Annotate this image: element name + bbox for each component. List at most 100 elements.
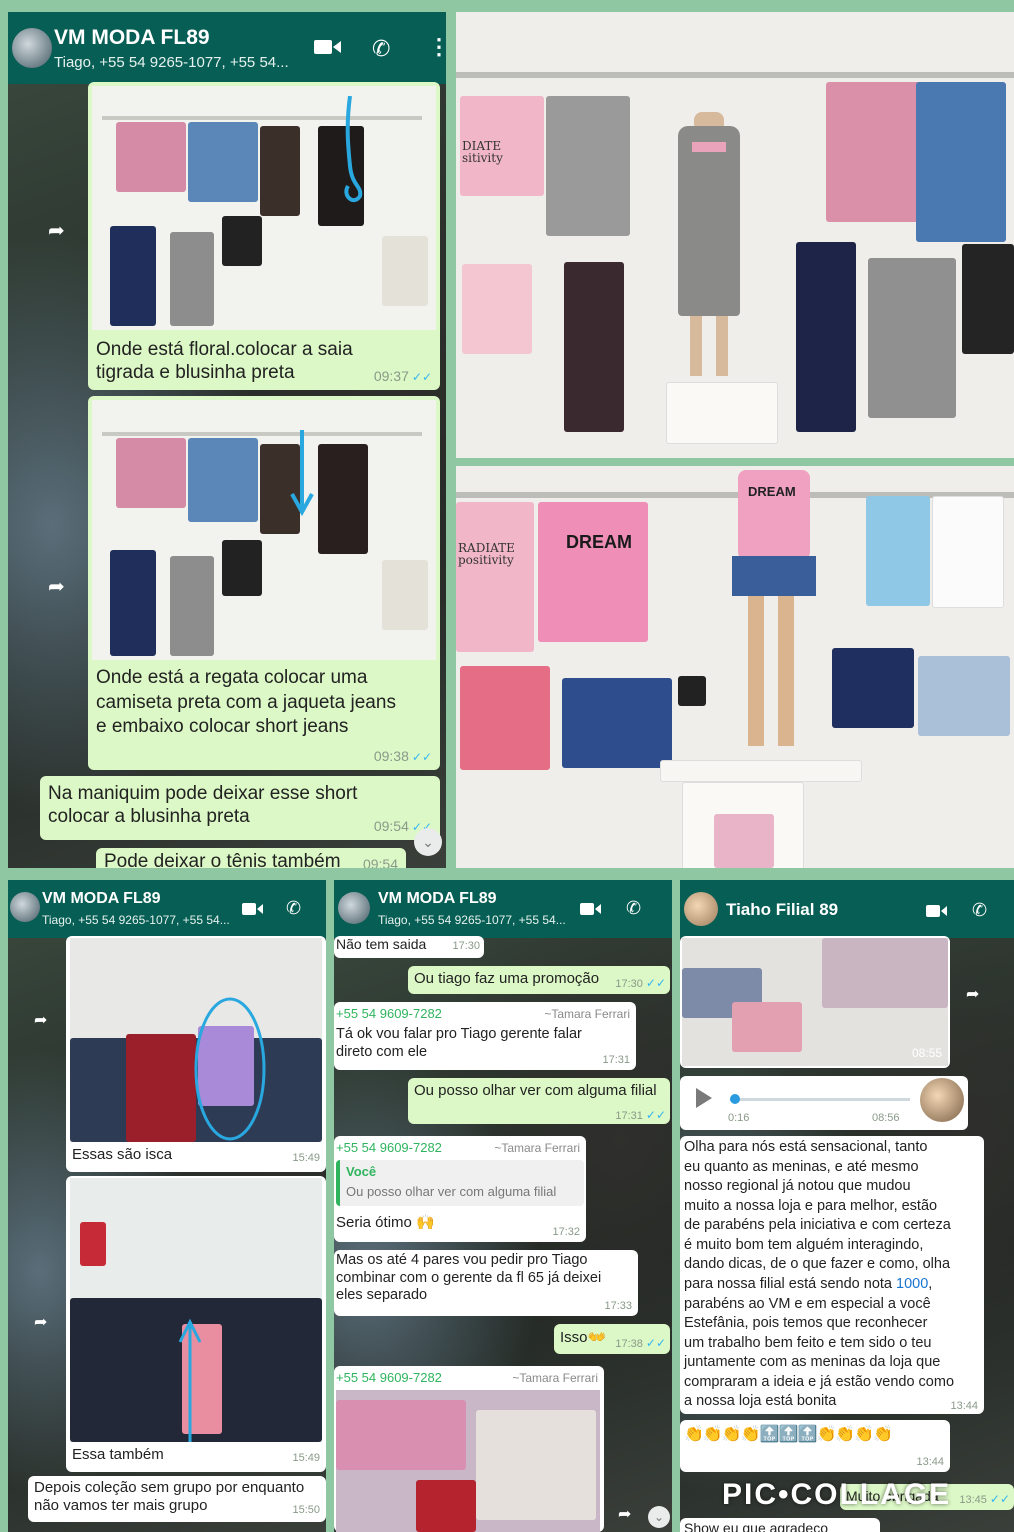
tie-dye-tshirt: DIATE sitivity [460, 96, 544, 196]
navy-pants [796, 242, 856, 432]
video-call-icon[interactable] [580, 902, 602, 921]
store-rack-photo[interactable] [92, 400, 436, 660]
message-bubble[interactable]: 👏👏👏👏🔝🔝🔝👏👏👏👏 13:44 [680, 1420, 950, 1472]
chat-header: Tiaho Filial 89 ✆ [680, 880, 1014, 938]
quoted-message[interactable]: Você Ou posso olhar ver com alguma filia… [336, 1160, 584, 1206]
play-icon[interactable] [696, 1088, 712, 1108]
sender-name: ~Tamara Ferrari [544, 1007, 630, 1021]
chat-title[interactable]: VM MODA FL89 [42, 890, 161, 908]
message-bubble-image[interactable]: Onde está a regata colocar uma camiseta … [88, 396, 440, 770]
group-avatar[interactable] [12, 28, 52, 68]
forward-icon[interactable]: ➦ [618, 1504, 631, 1524]
store-interior-video[interactable]: 08:55 [682, 938, 948, 1066]
forward-icon[interactable]: ➦ [48, 574, 65, 599]
shirt-print-text: DIATE sitivity [462, 139, 503, 165]
more-options-icon[interactable]: ⋮ [428, 34, 446, 60]
message-text: Onde está a regata colocar uma camiseta … [96, 667, 396, 738]
chat-subtitle[interactable]: Tiago, +55 54 9265-1077, +55 54... [378, 913, 568, 927]
video-call-icon[interactable] [314, 38, 342, 56]
chat-title[interactable]: VM MODA FL89 [378, 890, 497, 908]
light-denim-shorts [918, 656, 1010, 736]
sender-phone[interactable]: +55 54 9609-7282 [336, 1140, 442, 1155]
printed-shorts [462, 264, 532, 354]
annotation-arrow-icon [290, 430, 314, 517]
message-bubble[interactable]: Isso👐 17:38 ✓✓ [554, 1324, 670, 1354]
voice-call-icon[interactable]: ✆ [626, 898, 641, 919]
display-shelf [476, 1410, 596, 1520]
voice-call-icon[interactable]: ✆ [972, 900, 987, 921]
striped-culottes [564, 262, 624, 432]
mannequin [674, 82, 744, 382]
message-time: 15:50 [292, 1504, 320, 1516]
store-rack-photo[interactable] [70, 938, 322, 1142]
chat-subtitle[interactable]: Tiago, +55 54 9265-1077, +55 54... [42, 913, 232, 927]
message-bubble[interactable]: Show eu que agradeço [680, 1518, 880, 1532]
store-shelves [822, 938, 948, 1008]
message-bubble[interactable]: Ou posso olhar ver com alguma filial 17:… [408, 1078, 670, 1124]
store-rack-photo[interactable] [92, 86, 436, 330]
message-bubble-image[interactable]: Onde está floral.colocar a saia tigrada … [88, 82, 440, 390]
message-bubble-video[interactable]: 08:55 [680, 936, 950, 1068]
video-call-icon[interactable] [242, 902, 264, 921]
denim-shorts [562, 678, 672, 768]
audio-progress-bar[interactable] [730, 1094, 910, 1104]
message-bubble[interactable]: Pode deixar o tênis também 09:54 [96, 848, 406, 868]
message-bubble[interactable]: Mas os até 4 pares vou pedir pro Tiago c… [334, 1250, 638, 1316]
sender-phone[interactable]: +55 54 9609-7282 [336, 1370, 442, 1385]
message-bubble[interactable]: Não tem saida 17:30 [334, 936, 484, 958]
scroll-down-button[interactable]: ⌄ [648, 1506, 670, 1528]
message-text: Essa também [72, 1446, 164, 1463]
voice-message[interactable]: 0:16 08:56 [680, 1076, 968, 1130]
emoji-text: 👏👏👏👏🔝🔝🔝👏👏👏👏 [684, 1426, 893, 1443]
chat-subtitle[interactable]: Tiago, +55 54 9265-1077, +55 54... [54, 54, 304, 71]
store-rack-photo[interactable] [70, 1178, 322, 1442]
chat-title[interactable]: Tiaho Filial 89 [726, 900, 838, 920]
video-duration: 08:55 [911, 1046, 942, 1060]
shoe-shelf [382, 236, 428, 306]
message-bubble[interactable]: Depois coleção sem grupo por enquanto nã… [28, 1476, 326, 1522]
denim-shorts [832, 648, 914, 728]
chat-panel-bottom-middle: VM MODA FL89 Tiago, +55 54 9265-1077, +5… [334, 880, 672, 1532]
sender-phone[interactable]: +55 54 9609-7282 [336, 1006, 442, 1021]
contact-avatar[interactable] [684, 892, 718, 926]
clothing-table [732, 1002, 802, 1052]
message-bubble[interactable]: +55 54 9609-7282 ~Tamara Ferrari Você Ou… [334, 1136, 586, 1242]
group-avatar[interactable] [338, 892, 370, 924]
pink-backpack [714, 814, 774, 868]
audio-progress-handle[interactable] [730, 1094, 740, 1104]
message-time: 09:38 ✓✓ [373, 748, 432, 764]
voice-call-icon[interactable]: ✆ [286, 898, 301, 919]
message-bubble[interactable]: +55 54 9609-7282 ~Tamara Ferrari Tá ok v… [334, 1002, 636, 1070]
display-table [660, 760, 862, 782]
scroll-down-button[interactable]: ⌄ [414, 828, 442, 856]
forward-icon[interactable]: ➦ [966, 984, 979, 1004]
clothing-rack [102, 432, 422, 436]
store-shelf-photo[interactable] [336, 1390, 600, 1532]
annotation-arrow-icon [344, 96, 363, 203]
message-bubble[interactable]: Na maniquim pode deixar esse short coloc… [40, 776, 440, 840]
forward-icon[interactable]: ➦ [48, 218, 65, 243]
forward-icon[interactable]: ➦ [34, 1010, 47, 1030]
message-text: Olha para nós está sensacional, tanto eu… [684, 1139, 955, 1410]
voice-call-icon[interactable]: ✆ [372, 36, 390, 62]
denim-jacket [188, 122, 258, 202]
message-time: 13:45 ✓✓ [959, 1492, 1010, 1506]
chat-title[interactable]: VM MODA FL89 [54, 26, 210, 50]
message-bubble-image[interactable]: Essas são isca 15:49 [66, 936, 326, 1172]
message-time: 09:54 [362, 856, 398, 868]
group-avatar[interactable] [10, 892, 40, 922]
clothing-rack [336, 1400, 466, 1470]
message-bubble-image[interactable]: Essa também 15:49 [66, 1176, 326, 1472]
pink-shorts [460, 666, 550, 770]
forward-icon[interactable]: ➦ [34, 1312, 47, 1332]
floral-top [826, 82, 922, 222]
video-call-icon[interactable] [926, 904, 948, 923]
message-bubble-image[interactable]: +55 54 9609-7282 ~Tamara Ferrari [334, 1366, 604, 1532]
red-bin [416, 1480, 476, 1532]
message-bubble[interactable]: Olha para nós está sensacional, tanto eu… [680, 1136, 984, 1414]
store-display-photo-bottom: RADIATE positivity DREAM DREAM [456, 466, 1014, 868]
message-text: Mas os até 4 pares vou pedir pro Tiago c… [336, 1252, 602, 1304]
navy-pants [110, 550, 156, 656]
message-bubble[interactable]: Ou tiago faz uma promoção 17:30 ✓✓ [408, 966, 670, 994]
store-display-photo-top: DIATE sitivity [456, 12, 1014, 458]
